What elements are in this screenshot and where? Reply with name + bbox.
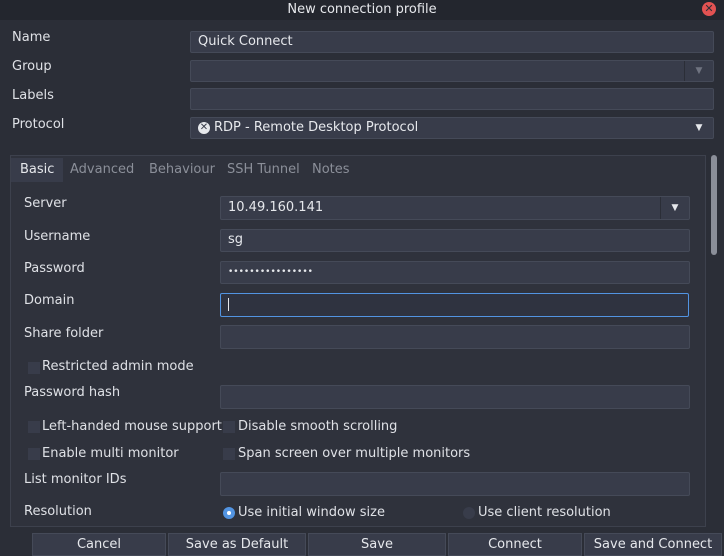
title-bar: New connection profile ✕ [0, 0, 724, 20]
password-field[interactable]: •••••••••••••••• [220, 261, 690, 284]
domain-label: Domain [24, 293, 75, 308]
group-combo[interactable]: ▼ [190, 60, 714, 82]
text-cursor [228, 298, 229, 311]
username-label: Username [24, 229, 91, 244]
restricted-admin-label: Restricted admin mode [42, 359, 194, 374]
restricted-admin-checkbox[interactable] [27, 361, 41, 375]
password-hash-label: Password hash [24, 385, 121, 400]
vertical-scrollbar[interactable] [711, 155, 717, 255]
password-label: Password [24, 261, 85, 276]
username-value: sg [228, 232, 244, 247]
disable-smooth-label: Disable smooth scrolling [238, 419, 398, 434]
span-screen-checkbox[interactable] [222, 447, 236, 461]
tab-advanced[interactable]: Advanced [70, 158, 134, 182]
server-label: Server [24, 196, 67, 211]
list-monitor-label: List monitor IDs [24, 472, 127, 487]
server-value: 10.49.160.141 [228, 200, 324, 215]
left-handed-checkbox[interactable] [27, 420, 41, 434]
domain-field[interactable] [220, 293, 689, 317]
tab-behaviour[interactable]: Behaviour [149, 158, 215, 182]
protocol-select[interactable]: ✕ RDP - Remote Desktop Protocol ▼ [190, 117, 714, 139]
chevron-down-icon[interactable]: ▼ [685, 118, 713, 138]
chevron-down-icon[interactable]: ▼ [660, 197, 689, 219]
share-folder-field[interactable] [220, 325, 690, 349]
password-value: •••••••••••••••• [228, 267, 313, 277]
labels-field[interactable] [190, 88, 714, 110]
save-button[interactable]: Save [308, 533, 446, 556]
labels-label: Labels [12, 88, 54, 103]
multi-monitor-label: Enable multi monitor [42, 446, 179, 461]
disable-smooth-checkbox[interactable] [222, 420, 236, 434]
res-client-radio[interactable] [463, 507, 475, 519]
tab-basic[interactable]: Basic [11, 158, 64, 182]
group-label: Group [12, 59, 52, 74]
window-title: New connection profile [287, 2, 437, 17]
connect-button[interactable]: Connect [448, 533, 582, 556]
close-icon[interactable]: ✕ [702, 2, 716, 16]
resolution-label: Resolution [24, 504, 92, 519]
rdp-protocol-icon: ✕ [198, 121, 210, 134]
name-field[interactable]: Quick Connect [190, 31, 714, 53]
password-hash-field[interactable] [220, 385, 690, 409]
cancel-button[interactable]: Cancel [32, 533, 166, 556]
multi-monitor-checkbox[interactable] [27, 447, 41, 461]
server-combo[interactable]: 10.49.160.141 ▼ [220, 196, 690, 220]
res-initial-radio[interactable] [223, 507, 235, 519]
share-folder-label: Share folder [24, 326, 104, 341]
protocol-label: Protocol [12, 117, 65, 132]
save-as-default-button[interactable]: Save as Default [168, 533, 306, 556]
username-field[interactable]: sg [220, 229, 690, 252]
name-value: Quick Connect [198, 34, 293, 49]
save-and-connect-button[interactable]: Save and Connect [584, 533, 722, 556]
res-client-label: Use client resolution [478, 505, 611, 520]
res-initial-label: Use initial window size [238, 505, 385, 520]
left-handed-label: Left-handed mouse support [42, 419, 222, 434]
list-monitor-field[interactable] [220, 472, 690, 496]
chevron-down-icon[interactable]: ▼ [684, 61, 713, 81]
span-screen-label: Span screen over multiple monitors [238, 446, 471, 461]
protocol-value: RDP - Remote Desktop Protocol [214, 120, 419, 135]
tab-ssh-tunnel[interactable]: SSH Tunnel [227, 158, 300, 182]
name-label: Name [12, 30, 51, 45]
tab-notes[interactable]: Notes [312, 158, 350, 182]
